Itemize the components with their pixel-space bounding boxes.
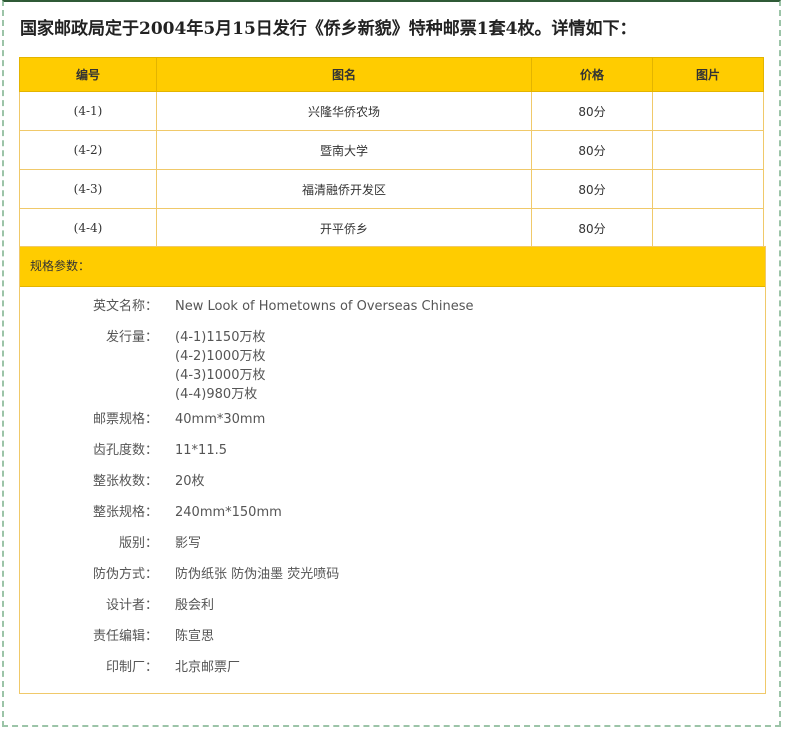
- spec-label: 邮票规格：: [92, 412, 158, 427]
- stamp-image: [652, 91, 764, 131]
- spec-label: 整张规格：: [92, 505, 158, 520]
- column-header-name: 图名: [156, 57, 532, 92]
- spec-value: 240mm*150mm: [175, 505, 282, 520]
- spec-value: 殷会利: [175, 598, 215, 613]
- spec-value: 11*11.5: [175, 443, 227, 458]
- stamp-name: 兴隆华侨农场: [156, 91, 532, 131]
- stamp-code: (4-3): [19, 169, 157, 209]
- spec-value: 影写: [175, 536, 202, 551]
- table-row: (4-2) 暨南大学 80分: [19, 130, 764, 170]
- stamp-price: 80分: [531, 208, 653, 248]
- circulation-line: (4-1)1150万枚: [175, 330, 266, 345]
- spec-label: 设计者：: [105, 598, 158, 613]
- table-header-row: 编号 图名 价格 图片: [19, 57, 764, 92]
- stamp-code: (4-1): [19, 91, 157, 131]
- spec-value: 40mm*30mm: [175, 412, 266, 427]
- table-row: (4-3) 福清融侨开发区 80分: [19, 169, 764, 209]
- spec-panel-header: 规格参数：: [20, 247, 765, 287]
- spec-value: New Look of Hometowns of Overseas Chines…: [175, 299, 474, 314]
- column-header-code: 编号: [19, 57, 157, 92]
- spec-label: 版别：: [118, 536, 158, 551]
- column-header-price: 价格: [531, 57, 653, 92]
- spec-value: 陈宣思: [175, 629, 215, 644]
- spec-label: 印制厂：: [105, 660, 158, 675]
- circulation-line: (4-3)1000万枚: [175, 368, 266, 383]
- spec-label: 责任编辑：: [92, 629, 158, 644]
- spec-value: 北京邮票厂: [175, 660, 241, 675]
- spec-label: 齿孔度数：: [92, 443, 158, 458]
- stamp-code: (4-4): [19, 208, 157, 248]
- spec-panel: 规格参数： 英文名称： New Look of Hometowns of Ove…: [19, 246, 766, 694]
- stamp-image: [652, 130, 764, 170]
- stamp-code: (4-2): [19, 130, 157, 170]
- stamp-name: 暨南大学: [156, 130, 532, 170]
- spec-label: 整张枚数：: [92, 474, 158, 489]
- spec-label: 英文名称：: [92, 299, 158, 314]
- spec-value: 防伪纸张 防伪油墨 荧光喷码: [175, 567, 340, 582]
- stamp-image: [652, 208, 764, 248]
- stamp-price: 80分: [531, 169, 653, 209]
- circulation-line: (4-4)980万枚: [175, 387, 258, 402]
- spec-label: 发行量：: [105, 330, 158, 345]
- table-row: (4-1) 兴隆华侨农场 80分: [19, 91, 764, 131]
- spec-label: 防伪方式：: [92, 567, 158, 582]
- stamp-name: 福清融侨开发区: [156, 169, 532, 209]
- stamp-name: 开平侨乡: [156, 208, 532, 248]
- column-header-image: 图片: [652, 57, 764, 92]
- circulation-line: (4-2)1000万枚: [175, 349, 266, 364]
- spec-value: (4-1)1150万枚 (4-2)1000万枚 (4-3)1000万枚 (4-4…: [175, 328, 265, 404]
- stamp-price: 80分: [531, 91, 653, 131]
- stamp-table: 编号 图名 价格 图片 (4-1) 兴隆华侨农场 80分 (4-2) 暨南大学 …: [19, 57, 764, 248]
- table-row: (4-4) 开平侨乡 80分: [19, 208, 764, 248]
- stamp-price: 80分: [531, 130, 653, 170]
- spec-value: 20枚: [175, 474, 205, 489]
- page-title: 国家邮政局定于2004年5月15日发行《侨乡新貌》特种邮票1套4枚。详情如下：: [20, 19, 637, 39]
- stamp-image: [652, 169, 764, 209]
